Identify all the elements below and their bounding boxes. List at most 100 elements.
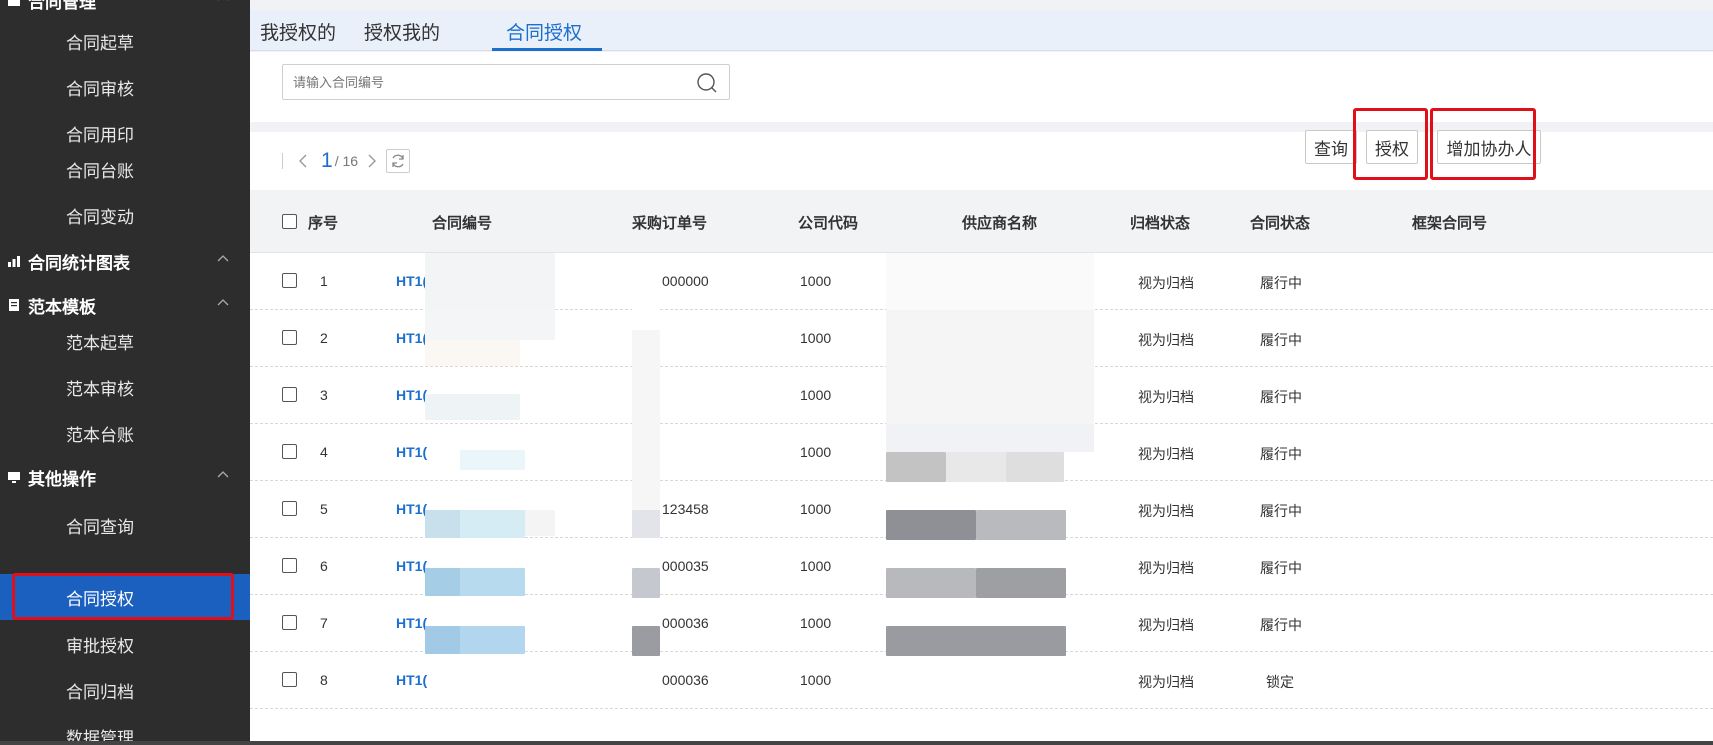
sidebar-item-label: 合同起草: [66, 33, 134, 53]
cell-contract-number[interactable]: HT1(: [396, 558, 427, 574]
cell-contract-status: 锁定: [1266, 674, 1294, 690]
sidebar-item-contract-change[interactable]: 合同变动: [0, 192, 250, 238]
sidebar-item-contract-archive[interactable]: 合同归档: [0, 667, 250, 713]
chart-icon: [6, 253, 22, 269]
sidebar-item-contract-draft[interactable]: 合同起草: [0, 18, 250, 64]
sidebar-item-label: 合同台账: [66, 161, 134, 181]
table-row[interactable]: 8 HT1( 000036 1000 视为归档 锁定: [250, 652, 1713, 709]
row-checkbox[interactable]: [282, 501, 297, 516]
redaction-block: [976, 510, 1066, 540]
next-page-icon[interactable]: [366, 153, 378, 169]
header-supplier-name: 供应商名称: [962, 215, 1038, 232]
cell-contract-status: 履行中: [1260, 446, 1302, 462]
cell-archive-status: 视为归档: [1138, 446, 1194, 462]
bottom-edge: [0, 741, 1713, 745]
cell-archive-status: 视为归档: [1138, 674, 1194, 690]
cell-contract-number[interactable]: HT1(: [396, 501, 427, 517]
cell-contract-number[interactable]: HT1(: [396, 273, 427, 289]
header-po-number: 采购订单号: [632, 215, 708, 232]
cell-contract-number[interactable]: HT1(: [396, 387, 427, 403]
cell-index: 4: [320, 444, 328, 460]
active-tab-indicator: [492, 48, 602, 51]
chevron-up-icon: [217, 471, 229, 478]
redaction-block: [460, 450, 525, 470]
sidebar-item-approval-authorization[interactable]: 审批授权: [0, 621, 250, 667]
app-window: 合同管理 合同起草 合同审核 合同用印 合同台账 合同变动 合同统计图表 范本模…: [0, 0, 1713, 745]
cell-archive-status: 视为归档: [1138, 617, 1194, 633]
search-input[interactable]: [283, 65, 683, 99]
chevron-up-icon: [217, 255, 229, 262]
row-checkbox[interactable]: [282, 273, 297, 288]
tab-contract-authorization[interactable]: 合同授权: [506, 18, 582, 45]
select-all-checkbox[interactable]: [282, 214, 297, 229]
sidebar-item-template-review[interactable]: 范本审核: [0, 364, 250, 410]
authorize-button-main[interactable]: 授权: [1366, 130, 1418, 164]
cell-po-number: 000000: [662, 273, 709, 289]
row-checkbox[interactable]: [282, 672, 297, 687]
prev-page-icon[interactable]: [297, 153, 309, 169]
cell-contract-number[interactable]: HT1(: [396, 330, 427, 346]
current-page: 1: [321, 149, 333, 172]
row-checkbox[interactable]: [282, 615, 297, 630]
tab-my-authorizations[interactable]: 我授权的: [260, 18, 336, 45]
sidebar-group-other-operations[interactable]: 其他操作: [0, 454, 250, 500]
sidebar-group-label: 合同管理: [28, 0, 96, 12]
sidebar-item-contract-review[interactable]: 合同审核: [0, 64, 250, 110]
refresh-button[interactable]: [386, 149, 411, 173]
monitor-icon: [6, 469, 22, 485]
header-framework-contract: 框架合同号: [1412, 215, 1488, 232]
row-checkbox[interactable]: [282, 558, 297, 573]
cell-archive-status: 视为归档: [1138, 275, 1194, 291]
cell-contract-status: 履行中: [1260, 332, 1302, 348]
pager-divider: [282, 153, 283, 169]
sidebar-group-label: 范本模板: [28, 297, 96, 317]
redaction-block: [886, 568, 976, 598]
sidebar-item-label: 合同归档: [66, 682, 134, 702]
sidebar-item-template-ledger[interactable]: 范本台账: [0, 410, 250, 456]
add-assistant-button[interactable]: 增加协办人: [1437, 130, 1541, 164]
cell-contract-status: 履行中: [1260, 560, 1302, 576]
cell-po-number: 000035: [662, 558, 709, 574]
sidebar-item-contract-query[interactable]: 合同查询: [0, 502, 250, 548]
redaction-block: [886, 510, 976, 540]
row-checkbox[interactable]: [282, 330, 297, 345]
redaction-block: [886, 310, 1094, 424]
cell-contract-number[interactable]: HT1(: [396, 444, 427, 460]
sidebar-item-contract-ledger[interactable]: 合同台账: [0, 146, 250, 192]
chevron-up-icon: [217, 299, 229, 306]
sidebar-group-statistics[interactable]: 合同统计图表: [0, 238, 250, 284]
contract-table: 序号 合同编号 采购订单号 公司代码 供应商名称 归档状态 合同状态 框架合同号…: [250, 190, 1713, 745]
cell-index: 2: [320, 330, 328, 346]
sidebar: 合同管理 合同起草 合同审核 合同用印 合同台账 合同变动 合同统计图表 范本模…: [0, 0, 250, 745]
header-company-code: 公司代码: [798, 215, 859, 232]
cell-company-code: 1000: [800, 672, 832, 688]
cell-contract-number[interactable]: HT1(: [396, 672, 427, 688]
tab-authorized-to-me[interactable]: 授权我的: [364, 18, 440, 45]
sidebar-item-label: 范本审核: [66, 379, 134, 399]
cell-company-code: 1000: [800, 387, 832, 403]
redaction-block: [886, 424, 1094, 452]
refresh-icon: [392, 154, 404, 168]
cell-po-number: 123458: [662, 501, 709, 517]
sidebar-item-label: 合同授权: [66, 589, 134, 609]
header-archive-status: 归档状态: [1130, 215, 1191, 232]
cell-index: 3: [320, 387, 328, 403]
sidebar-item-contract-authorization[interactable]: 合同授权: [0, 574, 250, 620]
sidebar-item-label: 审批授权: [66, 636, 134, 656]
cell-company-code: 1000: [800, 501, 832, 517]
row-checkbox[interactable]: [282, 387, 297, 402]
sidebar-group-label: 其他操作: [28, 469, 96, 489]
sidebar-item-label: 合同用印: [66, 125, 134, 145]
total-pages: / 16: [334, 153, 359, 169]
cell-contract-status: 履行中: [1260, 503, 1302, 519]
row-checkbox[interactable]: [282, 444, 297, 459]
cell-index: 1: [320, 273, 328, 289]
sidebar-group-label: 合同统计图表: [28, 253, 130, 273]
header-contract-status: 合同状态: [1250, 215, 1311, 232]
query-button-main[interactable]: 查询: [1305, 130, 1357, 164]
cell-archive-status: 视为归档: [1138, 503, 1194, 519]
cell-contract-number[interactable]: HT1(: [396, 615, 427, 631]
search-icon[interactable]: [695, 71, 719, 95]
redaction-block: [632, 273, 660, 333]
sidebar-item-template-draft[interactable]: 范本起草: [0, 318, 250, 364]
